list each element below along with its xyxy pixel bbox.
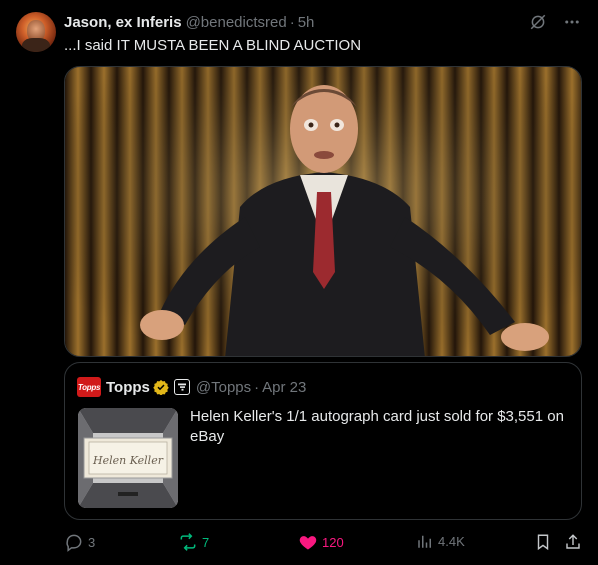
grok-icon[interactable] <box>528 12 548 32</box>
reply-count: 3 <box>88 534 96 550</box>
card-signature-text: Helen Keller <box>92 454 164 467</box>
more-options-icon[interactable] <box>562 12 582 32</box>
tweet-time[interactable]: 5h <box>298 14 315 31</box>
repost-count: 7 <box>202 534 210 550</box>
author-name[interactable]: Jason, ex Inferis <box>64 14 182 31</box>
bookmark-icon <box>537 534 549 551</box>
bookmark-button[interactable] <box>534 532 552 552</box>
quote-thumbnail[interactable]: Helen Keller <box>78 408 178 508</box>
tweet-header: Jason, ex Inferis @benedictsred · 5h <box>64 12 314 32</box>
repost-icon <box>180 533 196 551</box>
reply-icon <box>66 534 82 552</box>
views-chart-icon <box>418 535 431 548</box>
tweet-media-image[interactable] <box>64 66 582 357</box>
tweet-top-actions <box>528 12 582 32</box>
affiliate-badge-icon <box>173 379 190 395</box>
author-avatar[interactable] <box>16 12 56 52</box>
quote-header: Topps Topps @Topps · Apr 23 <box>77 377 306 397</box>
quote-text: Helen Keller's 1/1 autograph card just s… <box>190 408 564 445</box>
avatar-body <box>22 38 50 52</box>
quote-author-name[interactable]: Topps <box>106 379 150 396</box>
quote-time[interactable]: Apr 23 <box>262 379 306 396</box>
topps-logo[interactable]: Topps <box>77 377 101 397</box>
author-handle[interactable]: @benedictsred <box>186 14 287 31</box>
views-count: 4.4K <box>438 533 465 549</box>
heart-icon <box>299 536 317 550</box>
like-button[interactable]: 120 <box>298 532 344 552</box>
tweet-text: ...I said IT MUSTA BEEN A BLIND AUCTION <box>64 37 362 54</box>
share-button[interactable] <box>564 532 582 552</box>
like-count: 120 <box>322 534 344 550</box>
views-button[interactable]: 4.4K <box>416 532 465 550</box>
header-separator: · <box>289 13 295 31</box>
share-icon <box>566 534 580 549</box>
tweet-actions-bar: 3 7 120 4.4K <box>64 532 582 556</box>
quoted-tweet[interactable]: Topps Topps @Topps · Apr 23 Helen Keller… <box>64 362 582 520</box>
quote-separator: · <box>254 378 260 396</box>
reply-button[interactable]: 3 <box>64 532 95 552</box>
verified-gold-badge-icon <box>153 379 169 395</box>
quote-author-handle[interactable]: @Topps <box>196 379 251 396</box>
repost-button[interactable]: 7 <box>178 532 209 552</box>
